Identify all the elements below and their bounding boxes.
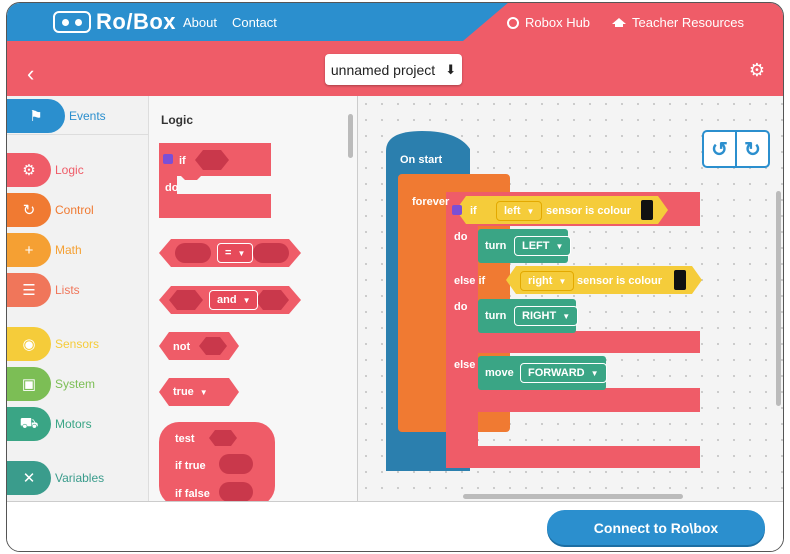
category-list: ⚑ Events ⚙ Logic ↻ Control + Math ☰ List… <box>7 96 149 501</box>
and-operator-dropdown[interactable]: and ▼ <box>209 290 259 310</box>
caret-down-icon: ▼ <box>555 241 564 251</box>
robox-logo[interactable]: Ro/Box <box>53 9 176 35</box>
true-dropdown[interactable]: true ▼ <box>173 382 208 402</box>
robox-hub-link[interactable]: Robox Hub <box>507 15 590 30</box>
on-start-label: On start <box>400 154 443 166</box>
caret-down-icon: ▼ <box>199 387 208 397</box>
x-icon: ✕ <box>7 461 51 495</box>
flag-icon: ⚑ <box>7 99 65 133</box>
caret-down-icon: ▼ <box>237 248 246 258</box>
caret-down-icon: ▼ <box>526 206 535 216</box>
app-frame: Ro/Box About Contact Robox Hub Teacher R… <box>6 2 784 552</box>
category-motors[interactable]: ⛟ Motors <box>7 406 148 442</box>
if-do-block[interactable] <box>159 143 271 218</box>
download-icon: ⬇ <box>445 61 457 77</box>
about-link[interactable]: About <box>183 15 217 30</box>
robot-icon: ▣ <box>7 367 51 401</box>
list-icon: ☰ <box>7 273 51 307</box>
caret-down-icon: ▼ <box>562 311 571 321</box>
project-name-button[interactable]: unnamed project ⬇ <box>325 54 462 85</box>
left-sensor-dropdown[interactable]: left ▼ <box>496 201 543 221</box>
teacher-resources-link[interactable]: Teacher Resources <box>612 15 744 30</box>
category-control[interactable]: ↻ Control <box>7 192 148 228</box>
caret-down-icon: ▼ <box>242 295 251 305</box>
car-icon: ⛟ <box>7 407 51 441</box>
graduation-cap-icon <box>612 17 626 28</box>
category-variables[interactable]: ✕ Variables <box>7 460 148 496</box>
plus-icon: + <box>7 233 51 267</box>
category-sensors[interactable]: ◉ Sensors <box>7 326 148 362</box>
block-workspace[interactable]: ↺ ↻ On start forever if left ▼ sensor is… <box>358 96 783 501</box>
not-block[interactable] <box>159 332 239 360</box>
category-math[interactable]: + Math <box>7 232 148 268</box>
caret-down-icon: ▼ <box>590 368 599 378</box>
move-forward-dropdown[interactable]: FORWARD ▼ <box>520 363 607 383</box>
back-chevron-icon[interactable]: ‹ <box>27 61 34 87</box>
category-logic[interactable]: ⚙ Logic <box>7 152 148 188</box>
connect-button[interactable]: Connect to Ro\box <box>547 510 765 545</box>
category-events[interactable]: ⚑ Events <box>7 98 148 135</box>
category-lists[interactable]: ☰ Lists <box>7 272 148 308</box>
category-system[interactable]: ▣ System <box>7 366 148 402</box>
caret-down-icon: ▼ <box>558 276 567 286</box>
eye-icon: ◉ <box>7 327 51 361</box>
right-sensor-dropdown[interactable]: right ▼ <box>520 271 575 291</box>
settings-gear-icon[interactable]: ⚙ <box>749 60 765 81</box>
contact-link[interactable]: Contact <box>232 15 277 30</box>
top-nav: Ro/Box About Contact Robox Hub Teacher R… <box>7 3 783 41</box>
logic-flyout: Logic if do = ▼ and ▼ not true ▼ test if… <box>149 96 358 501</box>
turn-left-dropdown[interactable]: LEFT ▼ <box>514 236 572 256</box>
turn-right-dropdown[interactable]: RIGHT ▼ <box>514 306 579 326</box>
forever-label: forever <box>412 196 450 208</box>
compass-icon <box>507 16 519 29</box>
loop-icon: ↻ <box>7 193 51 227</box>
robot-logo-icon <box>53 11 91 33</box>
gear-icon: ⚙ <box>7 153 51 187</box>
compare-operator-dropdown[interactable]: = ▼ <box>217 243 254 263</box>
